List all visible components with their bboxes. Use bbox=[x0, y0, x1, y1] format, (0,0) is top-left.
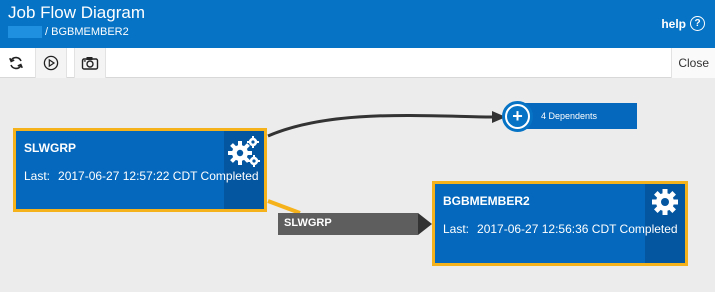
job-last-run: Last: 2017-06-27 12:56:36 CDT Completed bbox=[443, 222, 678, 236]
job-node-slwgrp[interactable]: SLWGRP Last: 2017-06-27 12:57:22 CDT Comp… bbox=[13, 128, 267, 212]
close-button[interactable]: Close bbox=[671, 48, 715, 78]
breadcrumb-current: / BGBMEMBER2 bbox=[45, 26, 129, 38]
last-label: Last: bbox=[443, 222, 470, 236]
job-last-run: Last: 2017-06-27 12:57:22 CDT Completed bbox=[24, 169, 259, 183]
play-icon bbox=[43, 55, 59, 71]
last-label: Last: bbox=[24, 169, 51, 183]
dependents-expander[interactable]: + 4 Dependents bbox=[502, 100, 637, 132]
help-button[interactable]: help ? bbox=[661, 16, 705, 31]
camera-icon bbox=[81, 57, 99, 70]
dependents-label: 4 Dependents bbox=[519, 103, 637, 129]
expand-plus-icon[interactable]: + bbox=[502, 100, 533, 132]
job-name: BGBMEMBER2 bbox=[443, 194, 530, 208]
edge-label-text: SLWGRP bbox=[284, 217, 332, 229]
app-header: Job Flow Diagram / BGBMEMBER2 help ? bbox=[0, 0, 715, 48]
last-value: 2017-06-27 12:57:22 CDT Completed bbox=[58, 169, 259, 183]
job-node-bgbmember2[interactable]: BGBMEMBER2 Last: 2017-06-27 12:56:36 CDT … bbox=[432, 181, 688, 266]
toolbar: Close bbox=[0, 48, 715, 78]
edge-label: SLWGRP bbox=[278, 213, 418, 235]
camera-button[interactable] bbox=[74, 48, 106, 78]
edge-label-arrowhead bbox=[418, 213, 432, 235]
refresh-button[interactable] bbox=[0, 48, 32, 78]
job-name: SLWGRP bbox=[24, 141, 77, 155]
page-title: Job Flow Diagram bbox=[8, 3, 145, 22]
play-button[interactable] bbox=[35, 48, 67, 78]
diagram-canvas: SLWGRP Last: 2017-06-27 12:57:22 CDT Comp… bbox=[0, 79, 715, 292]
help-label: help bbox=[661, 16, 686, 31]
gear-icon bbox=[652, 189, 678, 215]
gears-icon bbox=[228, 136, 260, 167]
help-icon: ? bbox=[690, 16, 705, 31]
highlight-connector bbox=[267, 199, 301, 215]
last-value: 2017-06-27 12:56:36 CDT Completed bbox=[477, 222, 678, 236]
dependents-connector bbox=[267, 113, 493, 138]
breadcrumb: / BGBMEMBER2 bbox=[8, 26, 129, 38]
redacted-crumb bbox=[8, 26, 42, 38]
refresh-icon bbox=[9, 56, 23, 70]
